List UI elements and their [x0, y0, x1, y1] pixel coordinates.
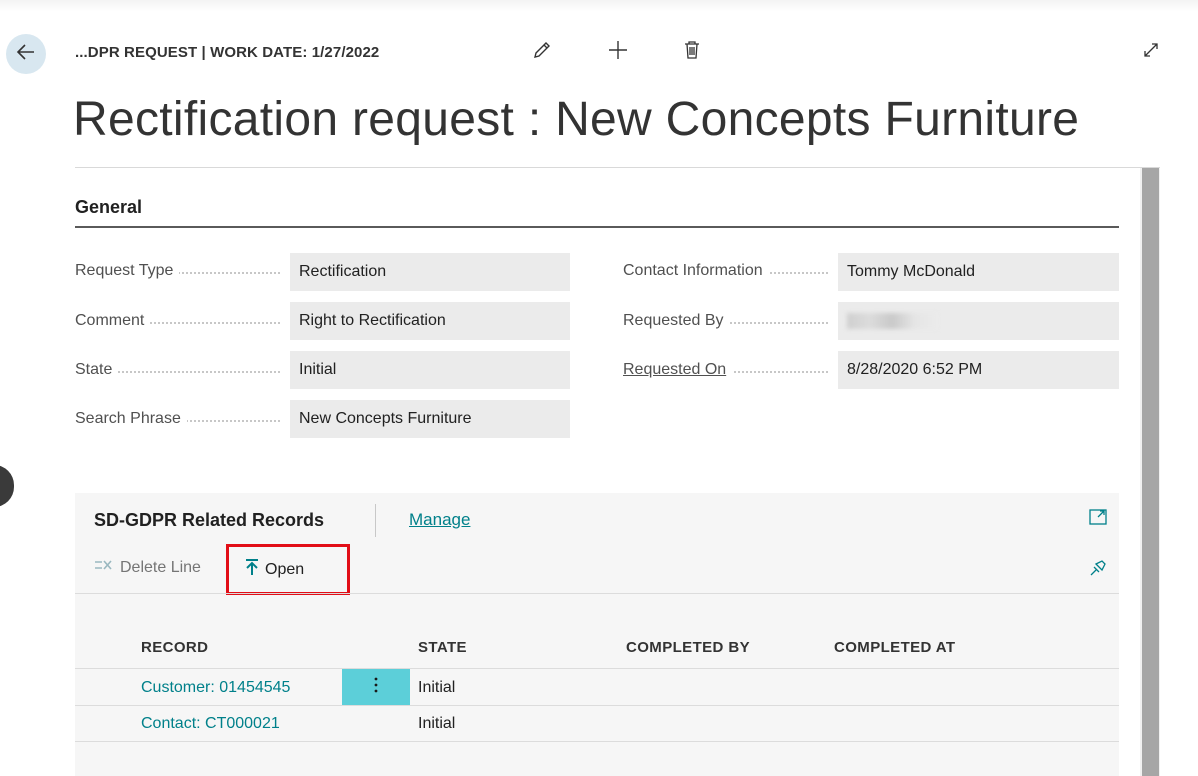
row-actions-button[interactable] [342, 669, 410, 705]
table-row-1-record[interactable]: Customer: 01454545 [141, 679, 290, 697]
requested-on-field[interactable]: 8/28/2020 6:52 PM [838, 351, 1119, 389]
table-row-divider [75, 705, 1119, 706]
related-records-title[interactable]: SD-GDPR Related Records [94, 510, 324, 531]
back-arrow-icon [16, 42, 36, 67]
requested-on-label[interactable]: Requested On [623, 361, 828, 379]
comment-label: Comment [75, 312, 280, 330]
comment-field[interactable]: Right to Rectification [290, 302, 570, 340]
column-header-record[interactable]: RECORD [141, 639, 208, 656]
requested-by-field[interactable] [838, 302, 1119, 340]
general-section-divider [75, 226, 1119, 228]
delete-line-label: Delete Line [120, 558, 201, 576]
table-row-2-record[interactable]: Contact: CT000021 [141, 715, 280, 733]
pin-icon [1088, 558, 1108, 583]
table-row-2-state: Initial [418, 715, 456, 732]
plus-icon [607, 39, 629, 66]
actions-divider [75, 593, 1119, 594]
new-button[interactable] [604, 38, 632, 66]
page-title: Rectification request : New Concepts Fur… [73, 93, 1080, 146]
delete-line-icon [94, 558, 114, 577]
related-records-panel [75, 493, 1119, 776]
open-in-window-icon [1089, 508, 1107, 530]
panel-title-separator [375, 504, 376, 537]
side-panel-handle[interactable] [0, 465, 14, 507]
breadcrumb: ...DPR REQUEST | WORK DATE: 1/27/2022 [75, 44, 380, 61]
search-phrase-label: Search Phrase [75, 410, 280, 428]
highlight-annotation [226, 544, 350, 595]
state-label: State [75, 361, 280, 379]
expand-button[interactable] [1137, 38, 1165, 66]
request-type-label: Request Type [75, 262, 280, 280]
expand-icon [1142, 41, 1160, 64]
delete-line-button[interactable]: Delete Line [94, 558, 201, 577]
manage-link[interactable]: Manage [409, 510, 470, 530]
title-divider [75, 167, 1160, 168]
column-header-completed-at[interactable]: COMPLETED AT [834, 639, 955, 656]
table-row-divider [75, 741, 1119, 742]
redacted-value [847, 312, 937, 329]
requested-by-label: Requested By [623, 312, 828, 330]
contact-information-field[interactable]: Tommy McDonald [838, 253, 1119, 291]
column-header-completed-by[interactable]: COMPLETED BY [626, 639, 750, 656]
pin-button[interactable] [1087, 559, 1109, 581]
delete-button[interactable] [678, 38, 706, 66]
window-top-edge [0, 0, 1198, 12]
ellipsis-vertical-icon [374, 677, 378, 698]
general-section-title[interactable]: General [75, 197, 142, 218]
edit-button[interactable] [528, 38, 556, 66]
state-field[interactable]: Initial [290, 351, 570, 389]
column-header-state[interactable]: STATE [418, 639, 467, 656]
table-row-1-state: Initial [418, 679, 456, 696]
scrollbar-thumb[interactable] [1142, 168, 1159, 776]
trash-icon [683, 40, 701, 65]
search-phrase-field[interactable]: New Concepts Furniture [290, 400, 570, 438]
back-button[interactable] [6, 34, 46, 74]
pencil-icon [532, 40, 552, 65]
request-type-field[interactable]: Rectification [290, 253, 570, 291]
open-in-new-window-button[interactable] [1087, 508, 1109, 530]
contact-information-label: Contact Information [623, 262, 828, 280]
table-header-divider [75, 668, 1119, 669]
